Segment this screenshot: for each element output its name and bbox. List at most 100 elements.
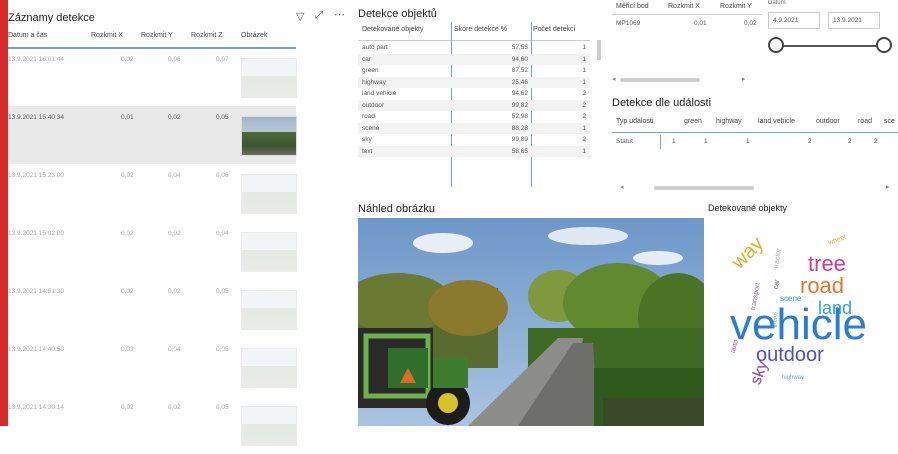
col-outdoor[interactable]: outdoor [816,118,840,125]
cell-obj: road [362,113,376,120]
cell-z: 0,05 [216,114,229,121]
col-scene[interactable]: sce [884,118,895,125]
thumbnail-image[interactable] [241,174,297,214]
scroll-left-arrow[interactable]: ◂ [612,75,616,83]
cell-y: 0,04 [168,172,181,179]
thumbnail-image[interactable] [241,232,297,272]
date-from-input[interactable]: 4.9.2021 [768,12,820,29]
table-row[interactable]: 13.9.2021 14:40:50 0,03 0,04 0,05 [8,338,297,396]
word-cloud[interactable]: vehicle road tree land outdoor way sky w… [720,215,898,395]
col-y[interactable]: Rozkmit Y [141,32,173,39]
col-image[interactable]: Obrázek [241,32,267,39]
word-way[interactable]: way [727,233,768,274]
measure-point-value: MP1069 [616,20,641,27]
cell-count: 1 [582,44,586,51]
col-detected-objects[interactable]: Detekované objekty [362,26,423,33]
scroll-right-arrow[interactable]: ▸ [742,75,746,83]
table-row[interactable]: highway 25,46 1 [358,76,590,88]
table-row[interactable]: 13.9.2021 16:01:44 0,02 0,06 0,07 [8,48,297,106]
filter-icon[interactable]: ▽ [296,10,304,23]
thumbnail-image[interactable] [241,348,297,388]
word-wheel[interactable]: wheel [827,234,847,247]
more-options-icon[interactable]: ⋯ [334,8,345,21]
event-scroll-right-arrow[interactable]: ▸ [886,183,890,191]
table-row[interactable]: 13.9.2021 14:30:14 0,02 0,02 0,05 [8,396,297,454]
thumbnail-image[interactable] [241,58,297,98]
date-to-input[interactable]: 13.9.2021 [828,12,880,29]
table-row[interactable]: 13.9.2021 15:23:00 0,02 0,04 0,06 [8,164,297,222]
table-row[interactable]: auto part 57,55 1 [358,42,590,53]
measure-y-value: 0,02 [744,20,757,27]
measure-table-scrollbar[interactable] [620,78,700,82]
detection-table-scrollbar[interactable] [597,40,601,60]
col-measure-y[interactable]: Rozkmit Y [720,3,752,10]
word-sky[interactable]: sky [747,359,771,387]
word-highway[interactable]: highway [782,375,804,381]
cell-count: 1 [582,124,586,132]
event-table-scrollbar[interactable] [654,186,754,190]
table-row[interactable]: green 87,52 1 [358,65,590,76]
word-scene[interactable]: scene [780,295,801,303]
cell-y: 0,02 [168,288,181,295]
col-measure-x[interactable]: Rozkmit X [668,3,700,10]
word-land[interactable]: land [818,299,852,317]
event-detection-title: Detekce dle události [612,97,712,109]
cell-datetime: 13.9.2021 14:30:14 [8,404,65,411]
thumbnail-image[interactable] [241,406,297,446]
event-table-row[interactable]: Statut 1 1 1 2 2 2 [612,135,898,149]
measure-table-row[interactable]: MP1069 0,01 0,02 [612,16,762,30]
detection-records-title: Záznamy detekce [8,12,95,24]
word-tractor[interactable]: tractor [773,248,783,269]
col-datetime[interactable]: Datum a čas [8,32,47,39]
word-road[interactable]: road [800,275,844,297]
cell-datetime: 13.9.2021 15:02:09 [8,230,65,237]
cell-datetime: 13.9.2021 15:40:34 [8,114,65,121]
image-preview[interactable] [358,218,704,426]
thumbnail-image[interactable] [241,290,297,330]
table-row[interactable]: 13.9.2021 15:02:09 0,02 0,02 0,04 [8,222,297,280]
thumbnail-image[interactable] [241,116,297,156]
cell-y: 0,04 [168,346,181,353]
table-row[interactable]: sky 99,89 2 [358,134,590,145]
table-row[interactable]: 13.9.2021 14:51:30 0,02 0,02 0,05 [8,280,297,338]
word-cloud-title: Detekované objekty [708,203,788,213]
col-measure-point[interactable]: Měřicí bod [616,3,649,10]
cell-count: 2 [582,113,586,120]
event-scroll-left-arrow[interactable]: ◂ [620,183,624,191]
cell-obj: green [362,67,379,74]
focus-mode-icon[interactable]: ⤢ [315,10,323,21]
word-car[interactable]: car [773,279,782,290]
table-row[interactable]: road 52,98 2 [358,111,590,122]
cell-count: 2 [582,136,586,143]
cell-score: 52,98 [511,113,528,120]
table-row[interactable]: car 94,60 1 [358,53,590,65]
col-land-vehicle[interactable]: land vehicle [758,118,795,125]
cell-score: 99,82 [511,101,528,109]
cell-y: 0,06 [168,56,181,63]
col-highway[interactable]: highway [716,118,742,125]
col-z[interactable]: Rozkmit Z [191,32,223,39]
date-slider-end-handle[interactable] [876,37,892,53]
cell-obj: sky [362,136,372,143]
col-score[interactable]: Skóre detekce % [454,26,507,33]
col-road[interactable]: road [858,118,872,125]
date-slider-start-handle[interactable] [768,37,784,53]
cell-obj: car [362,55,372,63]
cell-z: 0,05 [216,404,229,411]
measure-x-value: 0,01 [694,20,707,27]
cell-score: 99,89 [511,136,528,143]
table-row[interactable]: 13.9.2021 15:40:34 0,01 0,02 0,05 [8,106,297,164]
table-row[interactable]: text 58,65 1 [358,145,590,157]
col-x[interactable]: Rozkmit X [91,32,123,39]
col-event-type[interactable]: Typ události [616,118,653,125]
measure-table-header: Měřicí bod Rozkmit X Rozkmit Y [612,0,762,15]
col-count[interactable]: Počet detekcí [533,26,575,33]
table-row[interactable]: outdoor 99,82 2 [358,99,590,111]
tractor-road-photo [358,218,704,426]
word-tree[interactable]: tree [808,253,846,275]
col-green[interactable]: green [684,118,702,125]
event-outdoor-value: 2 [808,138,812,145]
table-row[interactable]: land vehicle 94,62 2 [358,88,590,99]
cell-z: 0,04 [216,230,229,237]
table-row[interactable]: scene 88,28 1 [358,122,590,134]
